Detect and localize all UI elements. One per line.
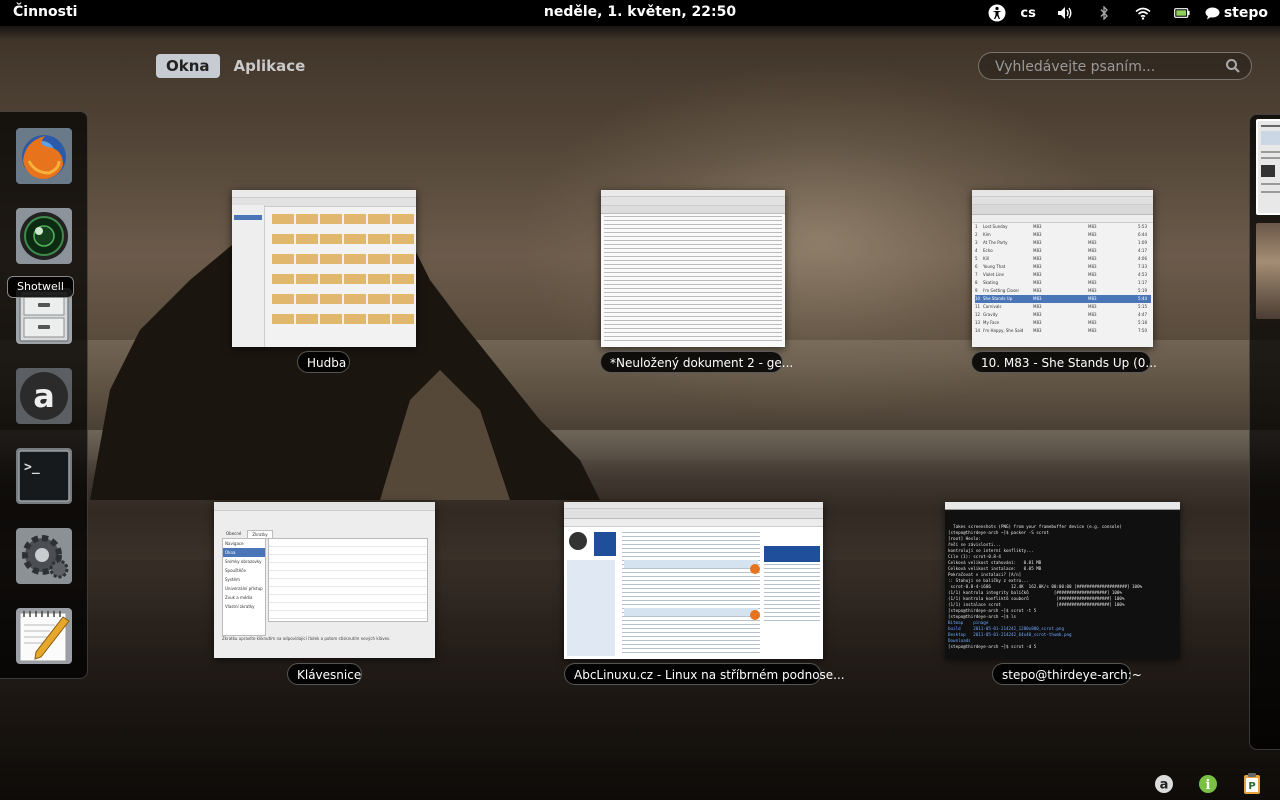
dash-item-firefox[interactable]: [14, 126, 74, 186]
terminal-output: Takes screenshots (PNG) from your frameb…: [948, 524, 1143, 649]
amazon-icon: a: [16, 368, 72, 424]
window-title-terminal[interactable]: stepo@thirdeye-arch:~: [992, 663, 1142, 685]
window-thumbnail-browser[interactable]: [564, 502, 823, 659]
svg-text:a: a: [1160, 778, 1169, 793]
category-item-selected[interactable]: Okna: [223, 548, 265, 557]
tab-windows[interactable]: Okna: [156, 54, 220, 78]
playlist-row[interactable]: 13 My Face M83 M83 5:18: [975, 319, 1151, 327]
search-box: [978, 52, 1252, 80]
dash-item-shotwell[interactable]: [14, 206, 74, 266]
view-selector: Okna Aplikace: [156, 54, 315, 78]
battery-icon[interactable]: [1162, 0, 1202, 26]
language-indicator[interactable]: cs: [1020, 0, 1035, 26]
dash: a >_: [0, 111, 88, 679]
dash-item-settings[interactable]: [14, 526, 74, 586]
workspace-2-thumbnail[interactable]: [1256, 223, 1280, 319]
tray-clipboard-icon[interactable]: P: [1240, 772, 1264, 796]
window-thumbnail-music-player[interactable]: 1 Lost Sunday M83 M83 5:53 2 Kim M83 M83 6:44 3A…: [972, 190, 1153, 347]
playlist-row[interactable]: 8 Skating M83 M83 1:17: [975, 279, 1151, 287]
dash-item-terminal[interactable]: >_: [14, 446, 74, 506]
category-item[interactable]: Vlastní zkratky: [223, 602, 265, 611]
bluetooth-icon[interactable]: [1084, 0, 1124, 26]
accessibility-icon[interactable]: [984, 0, 1010, 26]
window-thumbnail-terminal[interactable]: Takes screenshots (PNG) from your frameb…: [945, 502, 1180, 659]
playlist-row-selected[interactable]: 10 She Stands Up M83 M83 5:44: [975, 295, 1151, 303]
category-item[interactable]: Navigace: [223, 539, 265, 548]
window-title-text-editor[interactable]: *Neuložený dokument 2 - ge...: [600, 351, 793, 373]
playlist-row[interactable]: 2 Kim M83 M83 6:44: [975, 231, 1151, 239]
search-icon[interactable]: [1225, 58, 1241, 74]
status-tray: cs stepo: [984, 0, 1268, 26]
search-input[interactable]: [993, 56, 1222, 78]
wifi-icon[interactable]: [1124, 0, 1162, 26]
clock-label[interactable]: neděle, 1. květen, 22:50: [544, 4, 736, 20]
playlist-row[interactable]: 6 Young That M83 M83 7:33: [975, 263, 1151, 271]
window-thumbnail-file-manager[interactable]: [232, 190, 416, 347]
tray-amazon-icon[interactable]: a: [1152, 772, 1176, 796]
chat-status-icon[interactable]: [1202, 0, 1224, 26]
playlist-row[interactable]: 9 I'm Getting Closer M83 M83 5:19: [975, 287, 1151, 295]
workspace-1-thumbnail[interactable]: [1256, 119, 1280, 215]
playlist-row[interactable]: 4 Echo M83 M83 4:17: [975, 247, 1151, 255]
playlist-row[interactable]: 12 Gravity M83 M83 4:47: [975, 311, 1151, 319]
user-menu[interactable]: stepo: [1224, 0, 1268, 26]
volume-icon[interactable]: [1046, 0, 1084, 26]
window-title-music-player[interactable]: 10. M83 - She Stands Up (0...: [971, 351, 1157, 373]
category-item[interactable]: Zvuk a média: [223, 593, 265, 602]
text-editor-icon: [16, 608, 72, 664]
dash-item-text-editor[interactable]: [14, 606, 74, 666]
settings-gear-icon: [16, 528, 72, 584]
category-item[interactable]: Spouštěče: [223, 566, 265, 575]
svg-text:P: P: [1248, 781, 1255, 792]
svg-text:a: a: [33, 377, 55, 415]
dash-tooltip: Shotwell: [7, 276, 74, 298]
playlist: 1 Lost Sunday M83 M83 5:53 2 Kim M83 M83 6:44 3A…: [975, 223, 1151, 335]
shortcut-hint: Zkratku upravíte kliknutím na odpovídají…: [222, 636, 391, 641]
workspace-switcher: [1249, 114, 1280, 750]
svg-text:>_: >_: [24, 460, 40, 475]
category-item[interactable]: Snímky obrazovky: [223, 557, 265, 566]
window-thumbnail-keyboard-settings[interactable]: Obecné Zkratky Navigace Okna Snímky obra…: [214, 502, 435, 658]
window-title-browser[interactable]: AbcLinuxu.cz - Linux na stříbrném podnos…: [564, 663, 845, 685]
dash-item-amazon[interactable]: a: [14, 366, 74, 426]
playlist-row[interactable]: 7 Violet Line M83 M83 4:53: [975, 271, 1151, 279]
terminal-icon: >_: [16, 448, 72, 504]
window-title-keyboard[interactable]: Klávesnice: [287, 663, 362, 685]
svg-text:i: i: [1206, 778, 1211, 793]
playlist-row[interactable]: 14 I'm Happy, She Said M83 M83 7:50: [975, 327, 1151, 335]
firefox-icon: [16, 128, 72, 184]
window-title-file-manager[interactable]: Hudba: [297, 351, 350, 373]
category-item[interactable]: Systém: [223, 575, 265, 584]
playlist-row[interactable]: 1 Lost Sunday M83 M83 5:53: [975, 223, 1151, 231]
playlist-row[interactable]: 11 Carnivals M83 M83 5:15: [975, 303, 1151, 311]
window-thumbnail-text-editor[interactable]: [601, 190, 785, 347]
category-item[interactable]: Univerzální přístup: [223, 584, 265, 593]
panel-shadow: [0, 26, 1280, 40]
tray-info-icon[interactable]: i: [1196, 772, 1220, 796]
playlist-row[interactable]: 3 At The Party M83 M83 1:09: [975, 239, 1151, 247]
tab-applications[interactable]: Aplikace: [224, 54, 316, 78]
playlist-row[interactable]: 5 Kill M83 M83 4:06: [975, 255, 1151, 263]
top-panel: Činnosti neděle, 1. květen, 22:50 cs ste…: [0, 0, 1280, 26]
shotwell-icon: [16, 208, 72, 264]
